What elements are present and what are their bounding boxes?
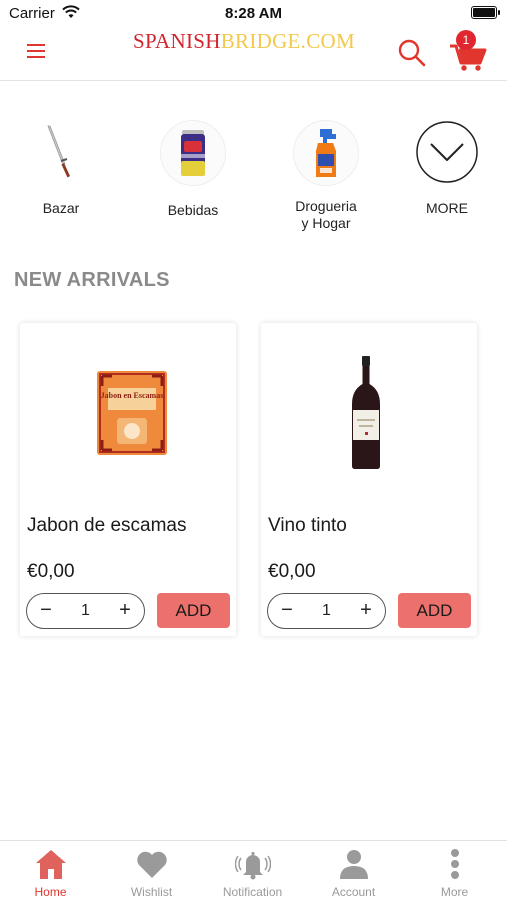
battery-icon xyxy=(471,6,500,19)
spray-bottle-icon xyxy=(293,120,359,186)
decrease-quantity-button[interactable]: − xyxy=(29,594,63,628)
product-name[interactable]: Jabon de escamas xyxy=(27,515,187,537)
decrease-quantity-button[interactable]: − xyxy=(270,594,304,628)
package-text: Jabon en Escamas xyxy=(101,391,164,400)
category-label: MORE xyxy=(426,200,468,216)
soda-can-icon xyxy=(160,120,226,186)
nav-label: Home xyxy=(34,885,67,899)
brand-logo[interactable]: SPANISHBRIDGE.COM xyxy=(133,29,355,54)
wine-bottle-image xyxy=(352,356,380,469)
category-bazar[interactable]: Bazar xyxy=(11,110,111,217)
nav-label: Notification xyxy=(222,885,283,899)
product-card[interactable]: Jabon en Escamas Jabon de escamas €0,00 … xyxy=(20,323,236,636)
home-icon xyxy=(36,850,66,879)
logo-text-red: SPANISH xyxy=(133,29,221,53)
category-strip: Bazar Bebidas Drogueria y Hogar MORE xyxy=(0,110,507,240)
logo-text-yellow: BRIDGE.COM xyxy=(220,29,355,53)
add-to-cart-button[interactable]: ADD xyxy=(398,593,471,628)
product-price: €0,00 xyxy=(268,561,316,582)
status-bar: Carrier 8:28 AM xyxy=(0,0,507,28)
nav-account[interactable]: Account xyxy=(303,841,404,901)
user-icon xyxy=(340,850,368,879)
quantity-value[interactable]: 1 xyxy=(61,594,110,628)
nav-label: Wishlist xyxy=(130,885,173,899)
product-price: €0,00 xyxy=(27,561,75,582)
category-label-line2: y Hogar xyxy=(301,215,351,231)
cart-count-badge: 1 xyxy=(456,30,476,50)
chevron-down-icon xyxy=(415,120,479,184)
nav-label: More xyxy=(440,885,469,899)
product-name[interactable]: Vino tinto xyxy=(268,515,347,537)
category-more[interactable]: MORE xyxy=(397,110,497,217)
bell-icon xyxy=(235,852,271,880)
app-header: SPANISHBRIDGE.COM 1 xyxy=(0,28,507,81)
category-label: Bebidas xyxy=(167,202,219,218)
add-to-cart-button[interactable]: ADD xyxy=(157,593,230,628)
nav-more[interactable]: More xyxy=(404,841,505,901)
cart-button[interactable]: 1 xyxy=(448,30,488,72)
nav-home[interactable]: Home xyxy=(0,841,101,901)
product-image xyxy=(261,338,477,498)
category-label: Bazar xyxy=(42,200,80,216)
section-title: NEW ARRIVALS xyxy=(14,269,170,291)
nav-wishlist[interactable]: Wishlist xyxy=(101,841,202,901)
knife-icon xyxy=(29,120,93,184)
product-image: Jabon en Escamas xyxy=(20,338,236,498)
hamburger-menu-icon[interactable] xyxy=(27,44,45,58)
nav-label: Account xyxy=(331,885,376,899)
more-vertical-icon xyxy=(451,849,459,879)
category-bebidas[interactable]: Bebidas xyxy=(143,110,243,219)
status-time: 8:28 AM xyxy=(225,5,282,22)
bottom-navigation: Home Wishlist Notification Account More xyxy=(0,840,507,901)
product-card[interactable]: Vino tinto €0,00 − 1 + ADD xyxy=(261,323,477,636)
quantity-stepper: − 1 + xyxy=(26,593,145,629)
increase-quantity-button[interactable]: + xyxy=(349,594,383,628)
category-drogueria[interactable]: Drogueria y Hogar xyxy=(276,110,376,232)
category-label: Drogueria y Hogar xyxy=(276,198,376,232)
quantity-value[interactable]: 1 xyxy=(302,594,351,628)
category-label-line1: Drogueria xyxy=(295,198,357,214)
soap-flakes-package-image: Jabon en Escamas xyxy=(97,371,167,455)
quantity-stepper: − 1 + xyxy=(267,593,386,629)
heart-icon xyxy=(137,851,167,878)
increase-quantity-button[interactable]: + xyxy=(108,594,142,628)
nav-notification[interactable]: Notification xyxy=(202,841,303,901)
search-icon[interactable] xyxy=(397,38,427,68)
